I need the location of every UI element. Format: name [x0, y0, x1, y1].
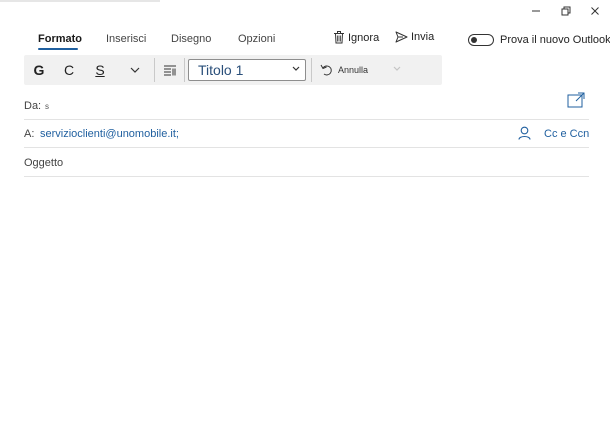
minimize-button[interactable]: [525, 4, 547, 18]
send-label: Invia: [411, 31, 435, 43]
italic-glyph: C: [63, 62, 75, 78]
to-row: A: servizioclienti@unomobile.it; Cc e Cc…: [24, 122, 589, 148]
toolbar-divider: [311, 58, 312, 82]
undo-button[interactable]: Annulla: [320, 55, 368, 85]
trash-icon: [334, 31, 344, 44]
style-dropdown[interactable]: Titolo 1: [188, 59, 306, 81]
tab-label: Formato: [38, 33, 82, 45]
discard-label: Ignora: [348, 31, 380, 44]
subject-input[interactable]: Oggetto: [24, 157, 63, 169]
paragraph-icon: [164, 65, 176, 76]
title-strip: [0, 0, 160, 2]
from-label: Da:: [24, 100, 42, 112]
bold-button[interactable]: G: [30, 55, 48, 85]
toggle-knob: [471, 36, 477, 43]
mail-compose-window: Formato Inserisci Disegno Opzioni Ignora…: [0, 0, 610, 441]
style-value: Titolo 1: [198, 62, 244, 78]
toolbar-divider: [154, 58, 155, 82]
discard-button[interactable]: Ignora: [333, 31, 379, 44]
cc-bcc-button[interactable]: Cc e Ccn: [544, 128, 589, 140]
minimize-icon: [532, 10, 540, 12]
tab-disegno[interactable]: Disegno: [171, 33, 211, 46]
tab-label: Disegno: [171, 33, 212, 45]
send-button[interactable]: Invia: [395, 31, 434, 43]
from-row: Da: s: [24, 92, 589, 120]
chevron-down-icon: [130, 67, 140, 73]
toolbar-divider: [184, 58, 185, 82]
close-icon: [591, 7, 599, 15]
chevron-down-icon: [292, 66, 300, 71]
tab-label: Opzioni: [238, 33, 276, 45]
toggle-switch[interactable]: [468, 34, 494, 46]
undo-icon: [320, 64, 332, 76]
more-formatting-button[interactable]: [126, 55, 144, 85]
italic-button[interactable]: C: [60, 55, 78, 85]
chevron-down-icon[interactable]: [393, 66, 401, 72]
tab-opzioni[interactable]: Opzioni: [238, 33, 275, 46]
tab-label: Inserisci: [106, 33, 147, 45]
to-label: A:: [24, 128, 35, 140]
bold-glyph: G: [33, 62, 45, 78]
from-value[interactable]: s: [45, 102, 49, 111]
restore-button[interactable]: [555, 4, 577, 18]
underline-glyph: S: [95, 62, 105, 78]
tab-formato[interactable]: Formato: [38, 33, 82, 50]
close-button[interactable]: [584, 4, 606, 18]
subject-row[interactable]: Oggetto: [24, 150, 589, 177]
tab-inserisci[interactable]: Inserisci: [106, 33, 146, 46]
format-toolbar: G C S Titolo 1 Annulla: [24, 55, 442, 85]
popout-icon[interactable]: [567, 92, 585, 108]
restore-icon: [561, 6, 571, 16]
send-icon: [395, 31, 408, 43]
new-outlook-toggle[interactable]: Prova il nuovo Outlook: [468, 34, 610, 46]
person-icon[interactable]: [518, 126, 531, 140]
to-recipient[interactable]: servizioclienti@unomobile.it;: [40, 128, 179, 140]
active-tab-indicator: [38, 48, 78, 50]
undo-label: Annulla: [338, 65, 369, 75]
underline-button[interactable]: S: [91, 55, 109, 85]
new-outlook-label: Prova il nuovo Outlook: [500, 34, 610, 46]
paragraph-button[interactable]: [160, 55, 180, 85]
